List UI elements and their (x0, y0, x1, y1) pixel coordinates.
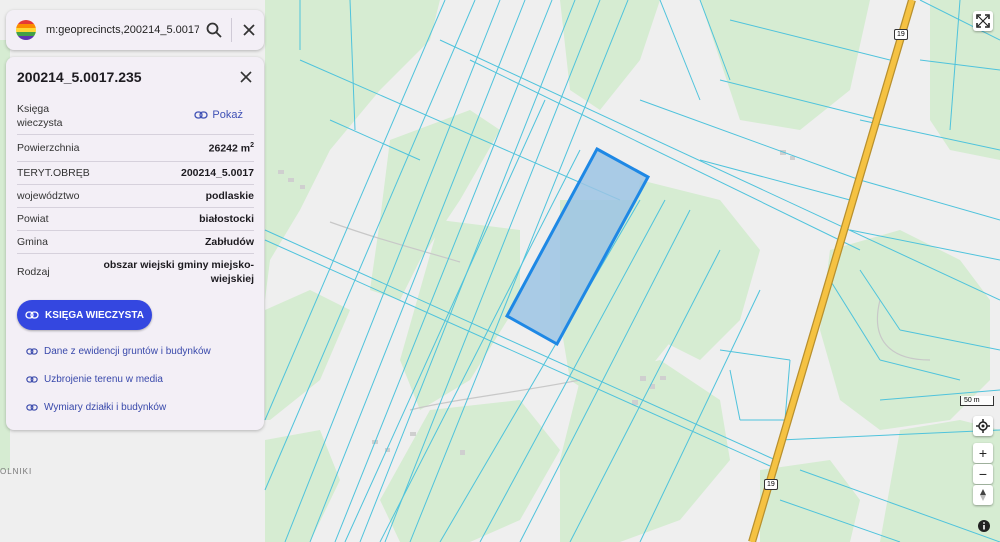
row-voivodeship: województwo podlaskie (17, 185, 254, 208)
zoom-in-button[interactable]: + (973, 443, 993, 463)
search-icon[interactable] (199, 15, 229, 45)
row-commune: Gmina Zabłudów (17, 231, 254, 254)
link-icon (26, 404, 38, 411)
row-value: 200214_5.0017 (181, 167, 254, 179)
link-icon (26, 348, 38, 355)
area-value: 26242 m (208, 142, 251, 155)
row-value-line: wiejskiej (210, 273, 254, 285)
row-type: Rodzaj obszar wiejski gminy miejsko- wie… (17, 254, 254, 288)
row-label: TERYT.OBRĘB (17, 167, 90, 179)
row-value: podlaskie (205, 190, 254, 202)
row-value-line: obszar wiejski gminy miejsko- (103, 259, 254, 271)
fullscreen-icon[interactable] (973, 11, 993, 31)
row-label: Powiat (17, 213, 49, 225)
row-value: Zabłudów (205, 236, 254, 248)
row-teryt: TERYT.OBRĘB 200214_5.0017 (17, 162, 254, 185)
link-icon (25, 311, 39, 319)
search-divider (231, 18, 232, 42)
link-label: Uzbrojenie terenu w media (44, 374, 163, 385)
row-label: Rodzaj (17, 266, 50, 278)
road-number-badge: 19 (764, 479, 778, 490)
link-land-records[interactable]: Dane z ewidencji gruntów i budynków (26, 346, 211, 357)
scale-bar: 50 m (960, 396, 994, 406)
row-value: 26242 m2 (209, 142, 254, 155)
row-value: białostocki (199, 213, 254, 225)
info-icon[interactable] (976, 518, 992, 534)
row-area: Powierzchnia 26242 m2 (17, 135, 254, 162)
link-utilities[interactable]: Uzbrojenie terenu w media (26, 374, 163, 385)
row-county: Powiat białostocki (17, 208, 254, 231)
row-label: Gmina (17, 236, 48, 248)
zoom-out-button[interactable]: − (973, 464, 993, 484)
show-link[interactable]: Pokaż (194, 109, 243, 121)
parcel-info-panel: 200214_5.0017.235 Księga wieczysta Pokaż… (6, 57, 264, 430)
close-icon[interactable] (234, 15, 264, 45)
app-logo (16, 20, 36, 40)
parcel-title: 200214_5.0017.235 (17, 69, 142, 85)
row-land-register: Księga wieczysta Pokaż (17, 97, 254, 135)
link-label: Wymiary działki i budynków (44, 402, 167, 413)
road-number-badge: 19 (894, 29, 908, 40)
search-bar: m:geoprecincts,200214_5.0017 (6, 10, 264, 50)
row-label-line: Księga (17, 103, 50, 115)
row-label: Księga wieczysta (17, 102, 63, 130)
close-icon[interactable] (234, 65, 258, 89)
compass-icon[interactable] (973, 485, 993, 505)
link-dimensions[interactable]: Wymiary działki i budynków (26, 402, 166, 413)
row-label-line: wieczysta (17, 117, 63, 129)
search-input[interactable]: m:geoprecincts,200214_5.0017 (46, 24, 199, 36)
crosshair-icon[interactable] (973, 416, 993, 436)
link-label: Dane z ewidencji gruntów i budynków (44, 346, 211, 357)
show-link-label: Pokaż (212, 109, 243, 121)
area-unit-exponent: 2 (250, 142, 254, 149)
land-register-button-label: KSIĘGA WIECZYSTA (45, 309, 144, 321)
land-register-button[interactable]: KSIĘGA WIECZYSTA (17, 300, 152, 330)
link-icon (26, 376, 38, 383)
link-icon (194, 111, 209, 119)
place-label: OLNIKI (0, 467, 33, 476)
row-label: Powierzchnia (17, 142, 80, 154)
row-value: obszar wiejski gminy miejsko- wiejskiej (103, 258, 254, 286)
row-label: województwo (17, 190, 80, 202)
